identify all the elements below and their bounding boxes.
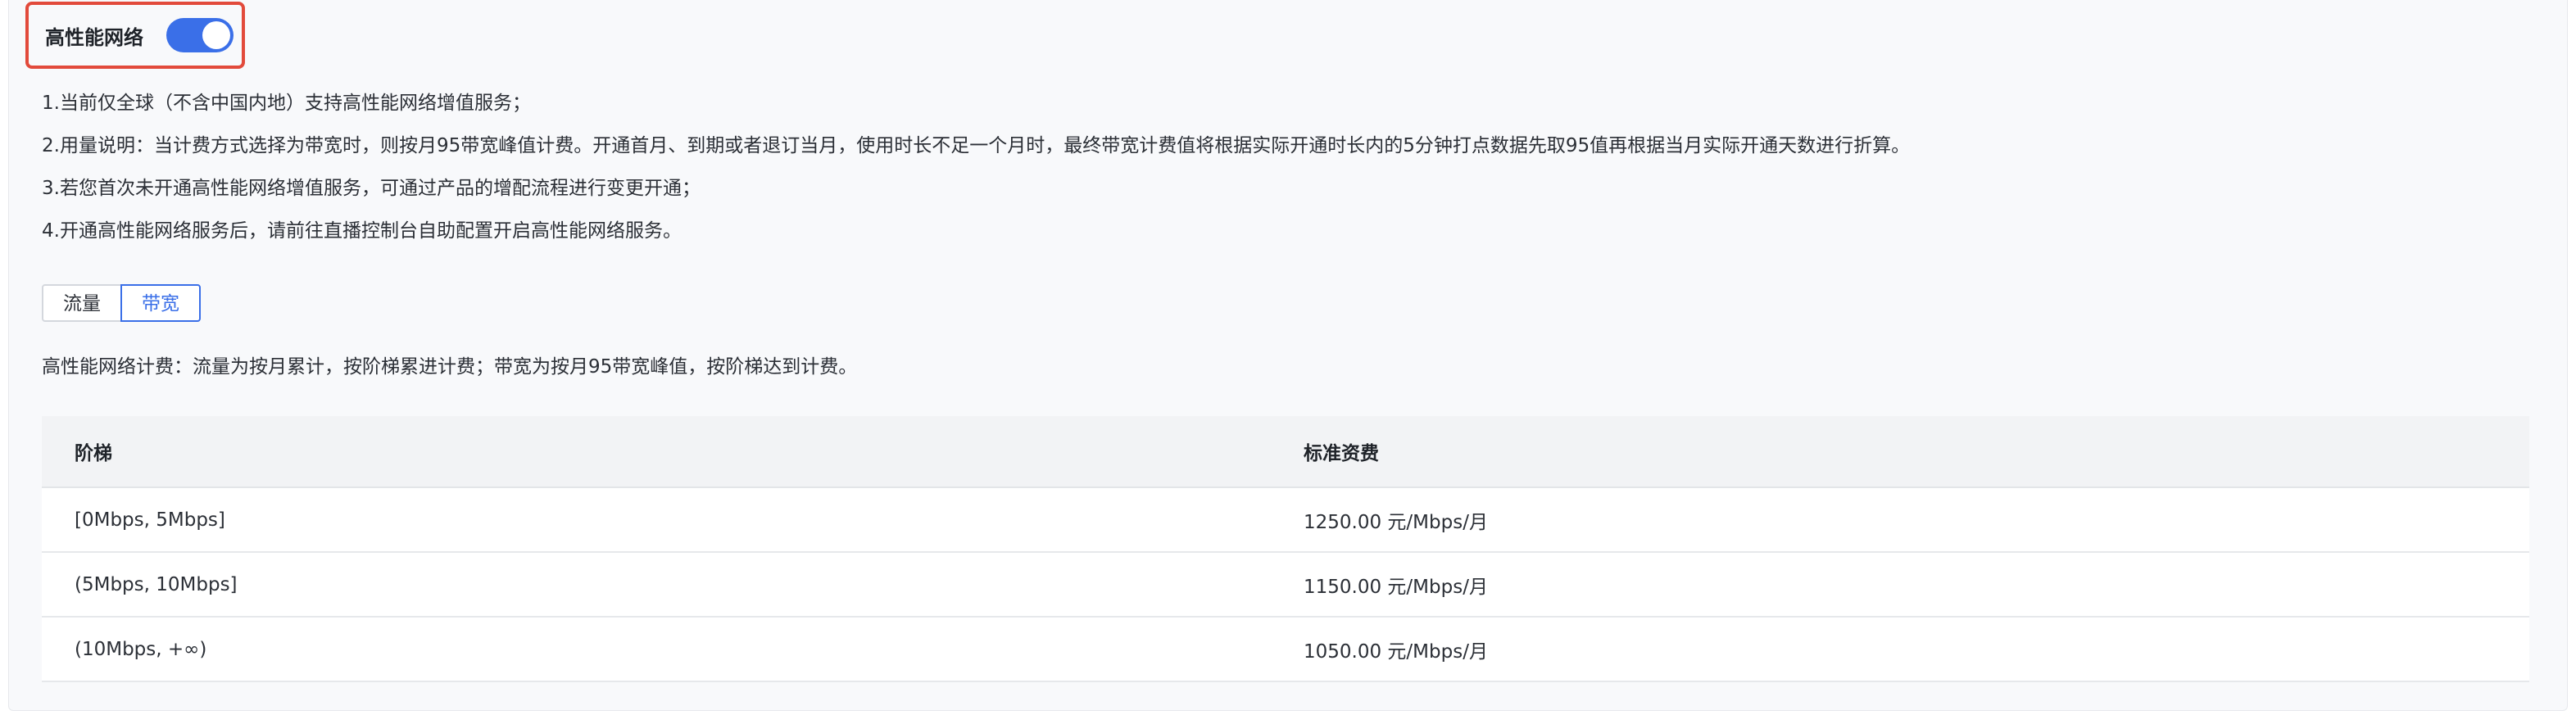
note-item: 3.若您首次未开通高性能网络增值服务，可通过产品的增配流程进行变更开通； — [42, 178, 701, 199]
billing-mode-segmented-control: 流量 带宽 — [42, 284, 201, 322]
tier-cell: [0Mbps, 5Mbps] — [75, 509, 225, 531]
note-item: 1.当前仅全球（不含中国内地）支持高性能网络增值服务； — [42, 93, 531, 114]
high-performance-network-switch[interactable] — [166, 18, 234, 52]
toggle-label: 高性能网络 — [45, 25, 143, 49]
price-cell: 1250.00 元/Mbps/月 — [1304, 511, 1488, 533]
tab-bandwidth[interactable]: 带宽 — [120, 284, 201, 322]
price-cell: 1050.00 元/Mbps/月 — [1304, 640, 1488, 663]
table-row: (10Mbps, +∞) 1050.00 元/Mbps/月 — [42, 618, 2529, 682]
pricing-panel: 高性能网络 1.当前仅全球（不含中国内地）支持高性能网络增值服务； 2.用量说明… — [8, 0, 2568, 711]
header-tier: 阶梯 — [75, 443, 112, 464]
table-row: [0Mbps, 5Mbps] 1250.00 元/Mbps/月 — [42, 488, 2529, 553]
switch-knob — [202, 21, 230, 49]
note-item: 4.开通高性能网络服务后，请前往直播控制台自助配置开启高性能网络服务。 — [42, 220, 682, 242]
pricing-table: 阶梯 标准资费 [0Mbps, 5Mbps] 1250.00 元/Mbps/月 … — [42, 416, 2529, 682]
price-cell: 1150.00 元/Mbps/月 — [1304, 576, 1488, 598]
table-row: (5Mbps, 10Mbps] 1150.00 元/Mbps/月 — [42, 553, 2529, 618]
table-header: 阶梯 标准资费 — [42, 416, 2529, 488]
note-item: 2.用量说明：当计费方式选择为带宽时，则按月95带宽峰值计费。开通首月、到期或者… — [42, 135, 1911, 156]
tier-cell: (5Mbps, 10Mbps] — [75, 573, 238, 595]
billing-description: 高性能网络计费：流量为按月累计，按阶梯累进计费；带宽为按月95带宽峰值，按阶梯达… — [42, 356, 858, 378]
high-performance-network-toggle-row: 高性能网络 — [25, 2, 245, 69]
service-notes: 1.当前仅全球（不含中国内地）支持高性能网络增值服务； 2.用量说明：当计费方式… — [42, 82, 2533, 252]
tier-cell: (10Mbps, +∞) — [75, 638, 207, 660]
tab-traffic[interactable]: 流量 — [42, 284, 122, 322]
header-standard-price: 标准资费 — [1304, 443, 1379, 464]
